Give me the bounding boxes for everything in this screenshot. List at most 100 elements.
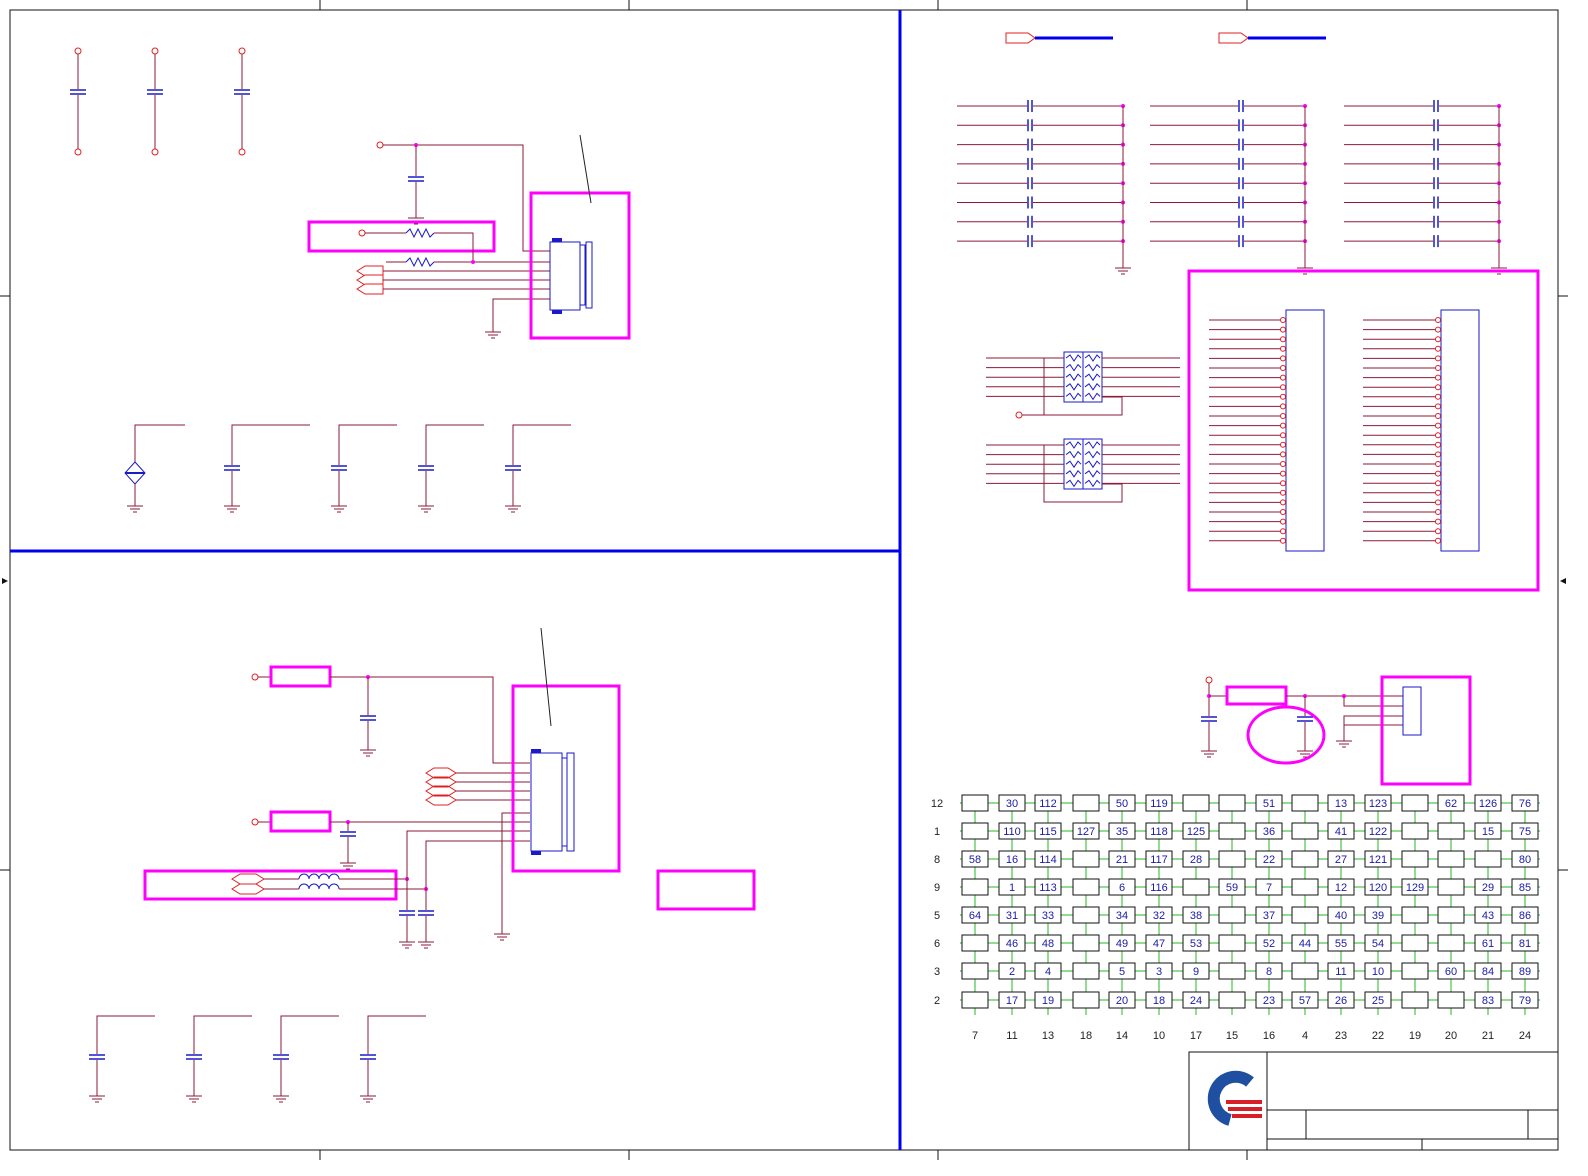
capacitor-icon — [1433, 137, 1439, 152]
highlight-box-inductor — [143, 869, 398, 901]
resistor-network-icon — [986, 351, 1180, 416]
capacitor-bank-3 — [1344, 99, 1508, 275]
matrix-key — [1218, 822, 1246, 840]
matrix-key: 39 — [1364, 906, 1392, 924]
matrix-key — [1218, 991, 1246, 1009]
matrix-key: 46 — [998, 934, 1026, 952]
matrix-key: 17 — [998, 991, 1026, 1009]
matrix-key: 26 — [1327, 991, 1355, 1009]
matrix-key: 121 — [1364, 850, 1392, 868]
matrix-key: 8 — [1255, 962, 1283, 980]
matrix-key-label: 54 — [1372, 938, 1384, 950]
matrix-key — [1401, 962, 1429, 980]
fuse-icon — [269, 665, 332, 688]
matrix-row-label: 3 — [934, 966, 940, 978]
matrix-key-label: 4 — [1045, 966, 1051, 978]
matrix-key: 16 — [998, 850, 1026, 868]
matrix-key — [1072, 934, 1100, 952]
matrix-key-label: 7 — [1266, 882, 1272, 894]
matrix-key-label: 89 — [1519, 966, 1531, 978]
inductor-icon — [298, 873, 340, 890]
capacitor-icon — [1027, 137, 1033, 152]
matrix-key-label: 51 — [1263, 798, 1275, 810]
matrix-key-label: 5 — [1119, 966, 1125, 978]
matrix-key: 44 — [1291, 934, 1319, 952]
matrix-key: 18 — [1145, 991, 1173, 1009]
capacitor-icon — [1027, 234, 1033, 248]
matrix-key: 34 — [1108, 906, 1136, 924]
matrix-key-label: 22 — [1263, 854, 1275, 866]
matrix-key: 28 — [1182, 850, 1210, 868]
matrix-key: 30 — [998, 794, 1026, 812]
matrix-key: 38 — [1182, 906, 1210, 924]
matrix-key: 112 — [1034, 794, 1062, 812]
matrix-key: 83 — [1474, 991, 1502, 1009]
matrix-key-label: 118 — [1150, 826, 1168, 838]
capacitor-icon — [1027, 215, 1033, 229]
matrix-key: 115 — [1034, 822, 1062, 840]
matrix-key — [961, 991, 989, 1009]
matrix-key — [1218, 906, 1246, 924]
matrix-row-label: 9 — [934, 882, 940, 894]
matrix-key-label: 83 — [1482, 995, 1494, 1007]
highlight-box-note — [656, 869, 756, 911]
capacitor-icon — [1433, 215, 1439, 229]
matrix-key — [1072, 850, 1100, 868]
matrix-key: 85 — [1511, 878, 1539, 896]
matrix-key-label: 47 — [1153, 938, 1165, 950]
matrix-row-label: 2 — [934, 995, 940, 1007]
matrix-key-label: 16 — [1006, 854, 1018, 866]
capacitor-icon — [1238, 195, 1244, 210]
matrix-key-label: 34 — [1116, 910, 1128, 922]
matrix-key: 57 — [1291, 991, 1319, 1009]
matrix-key: 50 — [1108, 794, 1136, 812]
matrix-row-label: 5 — [934, 910, 940, 922]
capacitor-icon — [1027, 195, 1033, 210]
matrix-key: 25 — [1364, 991, 1392, 1009]
matrix-key-label: 62 — [1445, 798, 1457, 810]
matrix-key-label: 27 — [1335, 854, 1347, 866]
matrix-key: 13 — [1327, 794, 1355, 812]
matrix-key-label: 110 — [1003, 826, 1021, 838]
matrix-key — [1291, 906, 1319, 924]
matrix-key-label: 2 — [1009, 966, 1015, 978]
capacitor-banks — [957, 99, 1508, 275]
matrix-key: 127 — [1072, 822, 1100, 840]
matrix-key: 19 — [1034, 991, 1062, 1009]
matrix-key-label: 37 — [1263, 910, 1275, 922]
matrix-key — [1291, 962, 1319, 980]
matrix-key: 40 — [1327, 906, 1355, 924]
matrix-key-label: 115 — [1039, 826, 1057, 838]
matrix-key-label: 9 — [1193, 966, 1199, 978]
matrix-key: 79 — [1511, 991, 1539, 1009]
matrix-key: 125 — [1182, 822, 1210, 840]
bypass-caps-bottom — [88, 1015, 426, 1103]
matrix-key: 89 — [1511, 962, 1539, 980]
matrix-key: 110 — [998, 822, 1026, 840]
matrix-key: 126 — [1474, 794, 1502, 812]
matrix-key-label: 53 — [1190, 938, 1202, 950]
matrix-key — [1182, 878, 1210, 896]
matrix-key-label: 12 — [1335, 882, 1347, 894]
matrix-key: 9 — [1182, 962, 1210, 980]
matrix-key: 51 — [1255, 794, 1283, 812]
matrix-key: 48 — [1034, 934, 1062, 952]
matrix-key-label: 49 — [1116, 938, 1128, 950]
matrix-column-label: 21 — [1482, 1030, 1494, 1042]
matrix-key: 36 — [1255, 822, 1283, 840]
matrix-key-label: 40 — [1335, 910, 1347, 922]
matrix-key-label: 59 — [1226, 882, 1238, 894]
matrix-key: 117 — [1145, 850, 1173, 868]
matrix-key-label: 1 — [1009, 882, 1015, 894]
matrix-key-label: 50 — [1116, 798, 1128, 810]
matrix-key: 123 — [1364, 794, 1392, 812]
matrix-column-label: 15 — [1226, 1030, 1238, 1042]
matrix-key: 119 — [1145, 794, 1173, 812]
matrix-column-label: 16 — [1263, 1030, 1275, 1042]
matrix-key: 20 — [1108, 991, 1136, 1009]
matrix-key — [1291, 878, 1319, 896]
matrix-key — [1401, 906, 1429, 924]
matrix-key-label: 3 — [1156, 966, 1162, 978]
matrix-key-label: 38 — [1190, 910, 1202, 922]
matrix-key: 86 — [1511, 906, 1539, 924]
